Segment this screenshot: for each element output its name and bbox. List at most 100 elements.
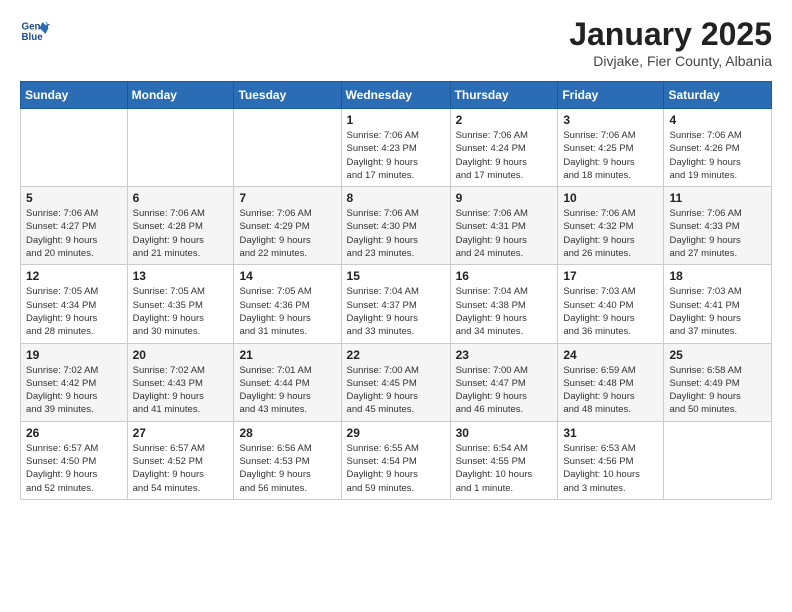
day-info: Sunrise: 7:03 AMSunset: 4:41 PMDaylight:… (669, 285, 766, 338)
calendar-week-row: 12Sunrise: 7:05 AMSunset: 4:34 PMDayligh… (21, 265, 772, 343)
table-row: 27Sunrise: 6:57 AMSunset: 4:52 PMDayligh… (127, 421, 234, 499)
header: General Blue General Blue January 2025 D… (20, 16, 772, 69)
header-wednesday: Wednesday (341, 82, 450, 109)
table-row: 5 Sunrise: 7:06 AMSunset: 4:27 PMDaylight… (21, 187, 128, 265)
day-info: Sunrise: 6:54 AMSunset: 4:55 PMDaylight:… (456, 442, 553, 495)
day-info: Sunrise: 7:06 AMSunset: 4:31 PMDaylight:… (456, 207, 553, 260)
day-number: 29 (347, 426, 445, 440)
table-row: 31 Sunrise: 6:53 AMSunset: 4:56 PMDayligh… (558, 421, 664, 499)
day-info: Sunrise: 7:06 AMSunset: 4:23 PMDaylight:… (347, 129, 445, 182)
day-info: Sunrise: 7:06 AMSunset: 4:30 PMDaylight:… (347, 207, 445, 260)
table-row: 9 Sunrise: 7:06 AMSunset: 4:31 PMDaylight… (450, 187, 558, 265)
header-friday: Friday (558, 82, 664, 109)
day-info: Sunrise: 7:03 AMSunset: 4:40 PMDaylight:… (563, 285, 658, 338)
day-number: 5 (26, 191, 122, 205)
day-info: Sunrise: 7:01 AMSunset: 4:44 PMDaylight:… (239, 364, 335, 417)
day-info: Sunrise: 7:06 AMSunset: 4:24 PMDaylight:… (456, 129, 553, 182)
table-row: 23Sunrise: 7:00 AMSunset: 4:47 PMDayligh… (450, 343, 558, 421)
table-row: 2 Sunrise: 7:06 AMSunset: 4:24 PMDaylight… (450, 109, 558, 187)
location-subtitle: Divjake, Fier County, Albania (569, 53, 772, 69)
table-row (664, 421, 772, 499)
day-number: 12 (26, 269, 122, 283)
day-number: 7 (239, 191, 335, 205)
day-number: 21 (239, 348, 335, 362)
table-row (234, 109, 341, 187)
day-number: 11 (669, 191, 766, 205)
day-number: 6 (133, 191, 229, 205)
day-number: 9 (456, 191, 553, 205)
day-number: 28 (239, 426, 335, 440)
calendar-week-row: 19 Sunrise: 7:02 AMSunset: 4:42 PMDayligh… (21, 343, 772, 421)
table-row: 12Sunrise: 7:05 AMSunset: 4:34 PMDayligh… (21, 265, 128, 343)
day-info: Sunrise: 7:06 AMSunset: 4:33 PMDaylight:… (669, 207, 766, 260)
calendar: Sunday Monday Tuesday Wednesday Thursday… (20, 81, 772, 500)
table-row: 6 Sunrise: 7:06 AMSunset: 4:28 PMDaylight… (127, 187, 234, 265)
day-info: Sunrise: 7:06 AMSunset: 4:26 PMDaylight:… (669, 129, 766, 182)
day-number: 16 (456, 269, 553, 283)
table-row: 15Sunrise: 7:04 AMSunset: 4:37 PMDayligh… (341, 265, 450, 343)
day-number: 18 (669, 269, 766, 283)
table-row: 10Sunrise: 7:06 AMSunset: 4:32 PMDayligh… (558, 187, 664, 265)
day-info: Sunrise: 7:06 AMSunset: 4:27 PMDaylight:… (26, 207, 122, 260)
calendar-week-row: 5 Sunrise: 7:06 AMSunset: 4:27 PMDaylight… (21, 187, 772, 265)
weekday-header-row: Sunday Monday Tuesday Wednesday Thursday… (21, 82, 772, 109)
day-number: 30 (456, 426, 553, 440)
logo-icon: General Blue (20, 16, 50, 46)
day-info: Sunrise: 7:04 AMSunset: 4:37 PMDaylight:… (347, 285, 445, 338)
table-row: 26 Sunrise: 6:57 AMSunset: 4:50 PMDayligh… (21, 421, 128, 499)
day-info: Sunrise: 6:56 AMSunset: 4:53 PMDaylight:… (239, 442, 335, 495)
calendar-week-row: 1Sunrise: 7:06 AMSunset: 4:23 PMDaylight… (21, 109, 772, 187)
day-info: Sunrise: 6:57 AMSunset: 4:52 PMDaylight:… (133, 442, 229, 495)
day-number: 24 (563, 348, 658, 362)
day-number: 8 (347, 191, 445, 205)
table-row: 17 Sunrise: 7:03 AMSunset: 4:40 PMDayligh… (558, 265, 664, 343)
table-row: 1Sunrise: 7:06 AMSunset: 4:23 PMDaylight… (341, 109, 450, 187)
day-number: 19 (26, 348, 122, 362)
day-number: 22 (347, 348, 445, 362)
table-row: 20Sunrise: 7:02 AMSunset: 4:43 PMDayligh… (127, 343, 234, 421)
month-title: January 2025 (569, 16, 772, 53)
day-info: Sunrise: 7:02 AMSunset: 4:42 PMDaylight:… (26, 364, 122, 417)
day-info: Sunrise: 7:06 AMSunset: 4:25 PMDaylight:… (563, 129, 658, 182)
day-number: 20 (133, 348, 229, 362)
svg-text:Blue: Blue (22, 32, 44, 43)
day-number: 2 (456, 113, 553, 127)
header-saturday: Saturday (664, 82, 772, 109)
day-info: Sunrise: 7:00 AMSunset: 4:47 PMDaylight:… (456, 364, 553, 417)
day-number: 10 (563, 191, 658, 205)
day-info: Sunrise: 7:05 AMSunset: 4:35 PMDaylight:… (133, 285, 229, 338)
table-row: 24 Sunrise: 6:59 AMSunset: 4:48 PMDayligh… (558, 343, 664, 421)
table-row: 4 Sunrise: 7:06 AMSunset: 4:26 PMDaylight… (664, 109, 772, 187)
day-info: Sunrise: 7:06 AMSunset: 4:28 PMDaylight:… (133, 207, 229, 260)
day-number: 31 (563, 426, 658, 440)
day-info: Sunrise: 6:58 AMSunset: 4:49 PMDaylight:… (669, 364, 766, 417)
day-info: Sunrise: 6:55 AMSunset: 4:54 PMDaylight:… (347, 442, 445, 495)
table-row: 3Sunrise: 7:06 AMSunset: 4:25 PMDaylight… (558, 109, 664, 187)
table-row (127, 109, 234, 187)
table-row: 21 Sunrise: 7:01 AMSunset: 4:44 PMDayligh… (234, 343, 341, 421)
table-row: 8 Sunrise: 7:06 AMSunset: 4:30 PMDaylight… (341, 187, 450, 265)
table-row: 13 Sunrise: 7:05 AMSunset: 4:35 PMDayligh… (127, 265, 234, 343)
day-info: Sunrise: 6:53 AMSunset: 4:56 PMDaylight:… (563, 442, 658, 495)
table-row: 30 Sunrise: 6:54 AMSunset: 4:55 PMDayligh… (450, 421, 558, 499)
table-row: 28 Sunrise: 6:56 AMSunset: 4:53 PMDayligh… (234, 421, 341, 499)
page: General Blue General Blue January 2025 D… (0, 0, 792, 612)
header-monday: Monday (127, 82, 234, 109)
header-tuesday: Tuesday (234, 82, 341, 109)
day-info: Sunrise: 6:57 AMSunset: 4:50 PMDaylight:… (26, 442, 122, 495)
day-info: Sunrise: 6:59 AMSunset: 4:48 PMDaylight:… (563, 364, 658, 417)
day-number: 13 (133, 269, 229, 283)
day-number: 4 (669, 113, 766, 127)
table-row (21, 109, 128, 187)
table-row: 16Sunrise: 7:04 AMSunset: 4:38 PMDayligh… (450, 265, 558, 343)
day-info: Sunrise: 7:05 AMSunset: 4:36 PMDaylight:… (239, 285, 335, 338)
day-info: Sunrise: 7:06 AMSunset: 4:29 PMDaylight:… (239, 207, 335, 260)
day-number: 17 (563, 269, 658, 283)
table-row: 14Sunrise: 7:05 AMSunset: 4:36 PMDayligh… (234, 265, 341, 343)
day-info: Sunrise: 7:00 AMSunset: 4:45 PMDaylight:… (347, 364, 445, 417)
logo: General Blue General Blue (20, 16, 50, 46)
table-row: 7 Sunrise: 7:06 AMSunset: 4:29 PMDaylight… (234, 187, 341, 265)
header-sunday: Sunday (21, 82, 128, 109)
table-row: 11 Sunrise: 7:06 AMSunset: 4:33 PMDayligh… (664, 187, 772, 265)
day-number: 26 (26, 426, 122, 440)
